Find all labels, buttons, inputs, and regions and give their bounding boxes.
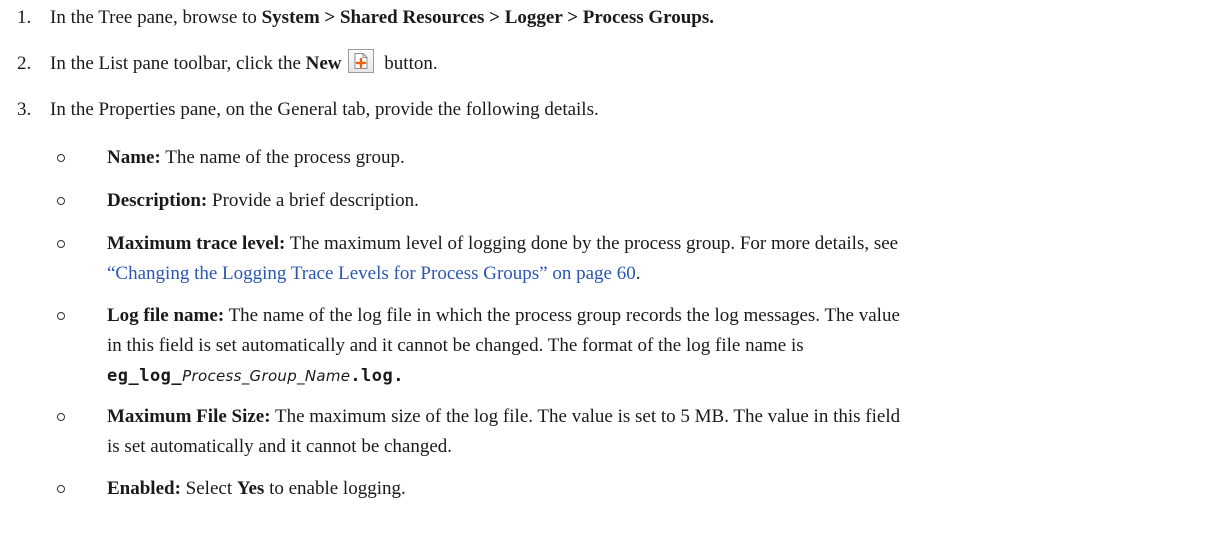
field-description: Select (180, 478, 237, 499)
bullet (57, 301, 71, 331)
step-text: In the Properties pane, on the General t… (50, 99, 599, 120)
log-file-code-suffix: .log. (350, 366, 404, 386)
new-label: New (305, 53, 342, 74)
bullet (57, 474, 71, 504)
field-max-trace-level: Maximum trace level: The maximum level o… (107, 229, 1217, 289)
field-description: Provide a brief description. (207, 190, 419, 211)
circle-bullet-icon (57, 413, 65, 421)
field-description: The name of the process group. (160, 147, 405, 168)
field-description-item: Description: Provide a brief description… (107, 186, 1217, 216)
field-description: The maximum level of logging done by the… (285, 233, 899, 254)
step-number: 2. (17, 53, 32, 74)
field-label: Description: (107, 190, 208, 211)
circle-bullet-icon (57, 312, 65, 320)
navigation-path: System > Shared Resources > Logger > Pro… (261, 7, 715, 28)
bullet (57, 143, 71, 173)
yes-option: Yes (236, 478, 265, 499)
log-file-code-variable: Process_Group_Name (182, 367, 351, 385)
bullet (57, 186, 71, 216)
bullet (57, 402, 71, 432)
link-suffix: . (635, 263, 641, 284)
step-number: 1. (17, 7, 32, 28)
field-max-file-size: Maximum File Size: The maximum size of t… (107, 402, 1217, 462)
field-description: The maximum size of the log file. The va… (270, 406, 901, 427)
field-enabled: Enabled: Select Yes to enable logging. (107, 474, 1217, 504)
field-label: Name: (107, 147, 161, 168)
circle-bullet-icon (57, 154, 65, 162)
field-description-line2: is set automatically and it cannot be ch… (107, 436, 453, 457)
step-text: In the List pane toolbar, click the New … (50, 49, 438, 79)
step-1-prefix: In the Tree pane, browse to (50, 7, 262, 28)
circle-bullet-icon (57, 197, 65, 205)
field-description-end: to enable logging. (264, 478, 406, 499)
field-name: Name: The name of the process group. (107, 143, 1217, 173)
field-label: Enabled: (107, 478, 181, 499)
new-document-plus-icon (354, 53, 368, 69)
step-2-prefix: In the List pane toolbar, click the (50, 53, 306, 74)
step-2-suffix: button. (379, 53, 438, 74)
field-log-file-name: Log file name: The name of the log file … (107, 301, 1217, 391)
field-label: Log file name: (107, 305, 225, 326)
trace-levels-link[interactable]: “Changing the Logging Trace Levels for P… (107, 263, 636, 284)
field-label: Maximum trace level: (107, 233, 286, 254)
field-label: Maximum File Size: (107, 406, 271, 427)
bullet (57, 229, 71, 259)
log-file-code-prefix: eg_log_ (107, 366, 183, 386)
field-description: The name of the log file in which the pr… (224, 305, 900, 326)
step-text: In the Tree pane, browse to System > Sha… (50, 3, 714, 33)
circle-bullet-icon (57, 485, 65, 493)
field-description-line2: in this field is set automatically and i… (107, 335, 804, 356)
new-button[interactable] (347, 49, 374, 73)
circle-bullet-icon (57, 240, 65, 248)
step-number: 3. (17, 99, 32, 120)
